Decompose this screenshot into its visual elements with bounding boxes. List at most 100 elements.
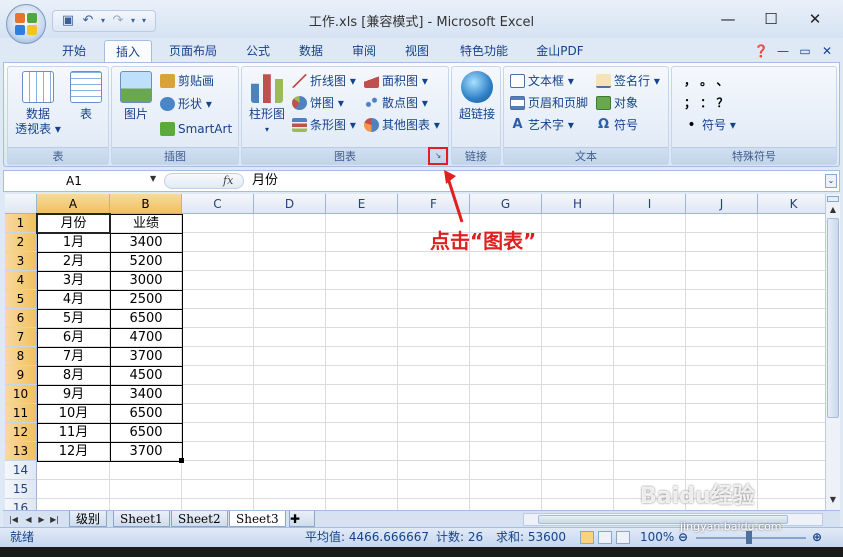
zoom-level[interactable]: 100% [640, 528, 674, 547]
name-box[interactable]: A1 [6, 173, 161, 189]
close-button[interactable]: ✕ [792, 4, 838, 34]
tab-page-layout[interactable]: 页面布局 [160, 40, 226, 62]
row-header[interactable]: 1 [5, 214, 37, 233]
fx-icon[interactable]: fx [223, 174, 233, 187]
row-header[interactable]: 11 [5, 404, 37, 423]
cell-month[interactable]: 3月 [37, 271, 110, 290]
punctuation-row-2[interactable]: ； ： ？ [684, 94, 728, 112]
column-header[interactable]: I [614, 194, 686, 214]
cell-value[interactable]: 3400 [110, 385, 182, 404]
vertical-scroll-thumb[interactable] [827, 218, 839, 418]
other-charts-button[interactable]: 其他图表 ▾ [364, 116, 440, 134]
expand-formula-icon[interactable]: ⌄ [825, 174, 837, 188]
cell-value[interactable]: 5200 [110, 252, 182, 271]
cell-value[interactable]: 6500 [110, 309, 182, 328]
tab-home[interactable]: 开始 [52, 40, 96, 62]
scroll-down-icon[interactable]: ▼ [827, 494, 839, 506]
column-header[interactable]: C [182, 194, 254, 214]
name-box-dropdown-icon[interactable]: ▼ [150, 174, 156, 183]
object-button[interactable]: 对象 [596, 94, 638, 112]
column-header[interactable]: K [758, 194, 825, 214]
cell-value[interactable]: 6500 [110, 404, 182, 423]
worksheet-grid[interactable]: A B C D E F G H I J K 1 2 3 4 5 6 7 8 9 10 11 12 13 14 15 16 月份 业绩 1月… [5, 194, 825, 510]
minimize-button[interactable]: — [705, 4, 751, 34]
cell-month[interactable]: 8月 [37, 366, 110, 385]
column-header[interactable]: E [326, 194, 398, 214]
row-header[interactable]: 9 [5, 366, 37, 385]
column-chart-button[interactable]: 柱形图 ▾ [244, 71, 290, 137]
column-header[interactable]: H [542, 194, 614, 214]
page-layout-view-icon[interactable] [598, 531, 612, 544]
row-header[interactable]: 4 [5, 271, 37, 290]
split-box[interactable] [827, 196, 839, 202]
line-chart-button[interactable]: 折线图 ▾ [292, 72, 356, 90]
pie-chart-button[interactable]: 饼图 ▾ [292, 94, 344, 112]
next-sheet-icon[interactable]: ▶ [35, 513, 48, 526]
vertical-scrollbar[interactable]: ▲ ▼ [825, 194, 840, 510]
row-header[interactable]: 15 [5, 480, 37, 499]
cell-month[interactable]: 12月 [37, 442, 110, 461]
column-header[interactable]: A [37, 194, 110, 214]
row-header[interactable]: 8 [5, 347, 37, 366]
cell-month[interactable]: 5月 [37, 309, 110, 328]
cell-value[interactable]: 3400 [110, 233, 182, 252]
cell-month[interactable]: 4月 [37, 290, 110, 309]
cell-header-performance[interactable]: 业绩 [110, 214, 182, 233]
row-header[interactable]: 2 [5, 233, 37, 252]
picture-button[interactable]: 图片 [116, 71, 156, 122]
scatter-chart-button[interactable]: 散点图 ▾ [364, 94, 428, 112]
first-sheet-icon[interactable]: |◀ [7, 513, 20, 526]
cell-month[interactable]: 10月 [37, 404, 110, 423]
normal-view-icon[interactable] [580, 531, 594, 544]
select-all-corner[interactable] [5, 194, 37, 214]
last-sheet-icon[interactable]: ▶| [48, 513, 61, 526]
row-header[interactable]: 13 [5, 442, 37, 461]
row-header[interactable]: 7 [5, 328, 37, 347]
cell-month[interactable]: 11月 [37, 423, 110, 442]
symbol-button[interactable]: Ω 符号 [596, 116, 638, 134]
tab-insert[interactable]: 插入 [104, 40, 152, 62]
special-symbol-button[interactable]: • 符号 ▾ [684, 116, 735, 134]
cell-month[interactable]: 1月 [37, 233, 110, 252]
smartart-button[interactable]: SmartArt [160, 120, 232, 138]
office-button[interactable] [6, 4, 46, 44]
scroll-up-icon[interactable]: ▲ [827, 204, 839, 216]
column-header[interactable]: D [254, 194, 326, 214]
fill-handle[interactable] [179, 458, 184, 463]
wordart-button[interactable]: A 艺术字 ▾ [510, 116, 573, 134]
row-header[interactable]: 6 [5, 309, 37, 328]
row-header[interactable]: 3 [5, 252, 37, 271]
cell-month[interactable]: 9月 [37, 385, 110, 404]
tab-special-features[interactable]: 特色功能 [448, 40, 520, 62]
maximize-button[interactable]: ☐ [748, 4, 794, 34]
textbox-button[interactable]: 文本框 ▾ [510, 72, 574, 90]
cell-value[interactable]: 4500 [110, 366, 182, 385]
formula-input[interactable]: 月份 [252, 173, 278, 189]
column-header[interactable]: J [686, 194, 758, 214]
clipart-button[interactable]: 剪贴画 [160, 72, 214, 90]
punctuation-row-1[interactable]: ， 。 、 [684, 72, 728, 90]
sheet-tab-sheet1[interactable]: Sheet1 [113, 511, 170, 527]
column-header[interactable]: B [110, 194, 182, 214]
tab-data[interactable]: 数据 [289, 40, 333, 62]
ribbon-close-icon[interactable]: ✕ [818, 40, 836, 62]
sheet-tab-sheet2[interactable]: Sheet2 [171, 511, 228, 527]
cell-month[interactable]: 6月 [37, 328, 110, 347]
shapes-button[interactable]: 形状 ▾ [160, 95, 212, 113]
column-header[interactable]: G [470, 194, 542, 214]
cell-value[interactable]: 3700 [110, 347, 182, 366]
page-break-view-icon[interactable] [616, 531, 630, 544]
sheet-tab-sheet3[interactable]: Sheet3 [229, 511, 286, 527]
table-button[interactable]: 表 [66, 71, 106, 122]
cell-value[interactable]: 4700 [110, 328, 182, 347]
ribbon-minimize-icon[interactable]: — [774, 40, 792, 62]
row-header[interactable]: 5 [5, 290, 37, 309]
cell-value[interactable]: 3700 [110, 442, 182, 461]
prev-sheet-icon[interactable]: ◀ [22, 513, 35, 526]
sheet-tab-level[interactable]: 级别 [69, 511, 108, 527]
area-chart-button[interactable]: 面积图 ▾ [364, 72, 428, 90]
row-header[interactable]: 16 [5, 499, 37, 510]
zoom-in-icon[interactable]: ⊕ [812, 528, 822, 547]
pivot-table-button[interactable]: 数据 透视表 ▾ [12, 71, 64, 137]
row-header[interactable]: 10 [5, 385, 37, 404]
